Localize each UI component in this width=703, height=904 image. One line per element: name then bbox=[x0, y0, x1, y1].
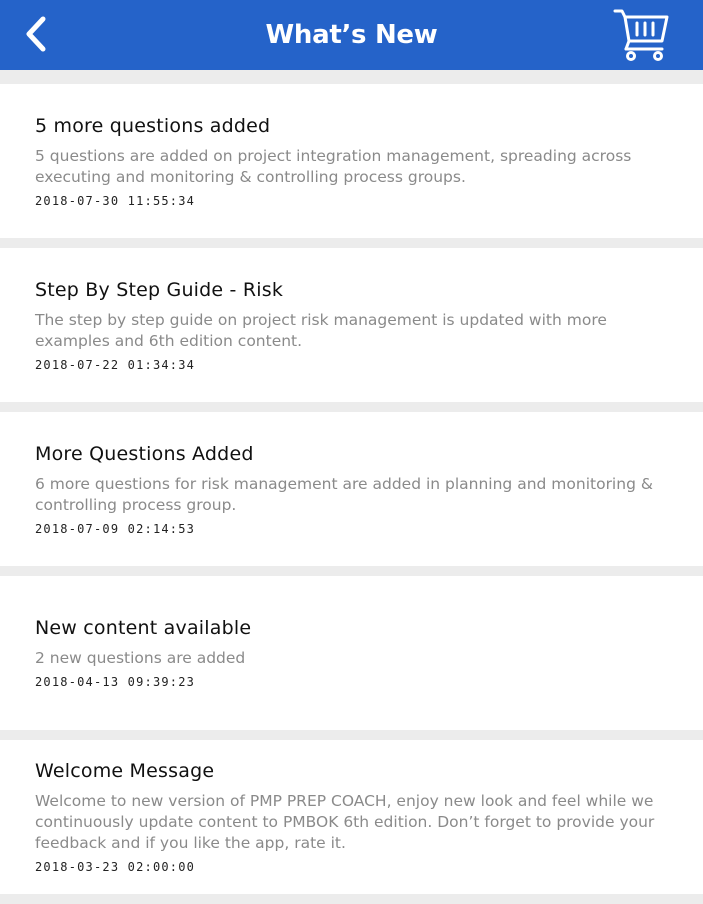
news-item[interactable]: New content available 2 new questions ar… bbox=[0, 576, 703, 730]
news-item[interactable]: Step By Step Guide - Risk The step by st… bbox=[0, 248, 703, 402]
news-item-body: 2 new questions are added bbox=[35, 649, 246, 667]
news-item-title: 5 more questions added bbox=[35, 114, 271, 137]
news-item-body: Welcome to new version of PMP PREP COACH… bbox=[35, 792, 655, 852]
cart-button[interactable] bbox=[611, 2, 673, 64]
news-item-title: Welcome Message bbox=[35, 760, 215, 782]
news-item-body: The step by step guide on project risk m… bbox=[35, 310, 607, 350]
news-item-body: 6 more questions for risk management are… bbox=[35, 474, 653, 514]
back-button[interactable] bbox=[14, 10, 58, 58]
news-item-date: 2018-07-22 01:34:34 bbox=[35, 357, 196, 372]
news-item[interactable]: More Questions Added 6 more questions fo… bbox=[0, 412, 703, 566]
app-header: What’s New bbox=[0, 0, 703, 70]
news-item-date: 2018-07-09 02:14:53 bbox=[35, 521, 196, 536]
news-item-date: 2018-04-13 09:39:23 bbox=[35, 675, 196, 689]
news-item-title: More Questions Added bbox=[35, 442, 254, 465]
news-item-date: 2018-03-23 02:00:00 bbox=[35, 860, 196, 874]
news-item[interactable]: 5 more questions added 5 questions are a… bbox=[0, 84, 703, 238]
news-item-title: New content available bbox=[35, 617, 252, 639]
shopping-cart-icon bbox=[613, 9, 669, 61]
news-item[interactable]: Welcome Message Welcome to new version o… bbox=[0, 740, 703, 894]
chevron-left-icon bbox=[26, 16, 46, 52]
news-item-date: 2018-07-30 11:55:34 bbox=[35, 193, 196, 208]
news-item-title: Step By Step Guide - Risk bbox=[35, 278, 284, 301]
page-title: What’s New bbox=[265, 20, 438, 50]
news-list: 5 more questions added 5 questions are a… bbox=[0, 84, 703, 904]
news-item-body: 5 questions are added on project integra… bbox=[35, 146, 632, 186]
